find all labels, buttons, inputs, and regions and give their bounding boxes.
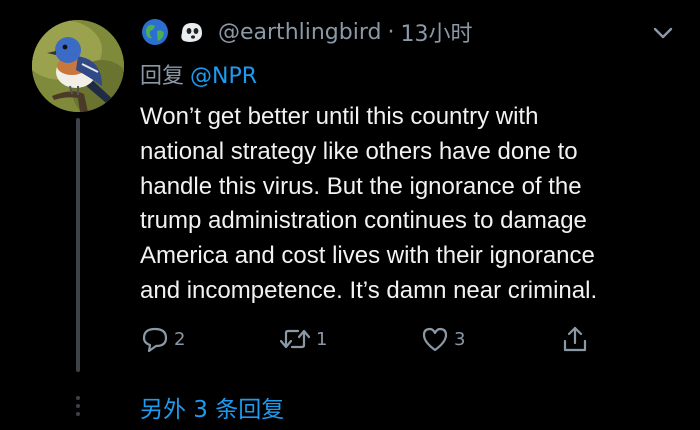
tweet-text-line: trump administration continues to damage bbox=[140, 207, 587, 235]
ghost-icon bbox=[176, 17, 206, 47]
tweet-text-line: and incompetence. It’s damn near crimina… bbox=[140, 276, 598, 304]
tweet-text-line: America and cost lives with their ignora… bbox=[140, 242, 595, 270]
thread-line bbox=[76, 118, 80, 372]
share-button[interactable] bbox=[560, 322, 590, 356]
chevron-down-icon[interactable] bbox=[650, 20, 676, 46]
tweet-text-line: national strategy like others have done … bbox=[140, 137, 578, 165]
reply-button[interactable]: 2 bbox=[140, 322, 185, 356]
timestamp[interactable]: 13小时 bbox=[400, 16, 472, 48]
thread-dots bbox=[74, 396, 82, 420]
bluebird-avatar-icon bbox=[32, 20, 124, 112]
tweet-text-line: Won’t get better until this country with bbox=[140, 103, 539, 130]
reply-icon bbox=[142, 327, 168, 353]
tweet-text: Won’t get better until this country with… bbox=[140, 100, 690, 309]
reply-mention-link[interactable]: @NPR bbox=[190, 64, 257, 89]
reply-count: 2 bbox=[174, 328, 186, 350]
like-count: 3 bbox=[454, 328, 466, 350]
like-button[interactable]: 3 bbox=[420, 322, 465, 356]
tweet[interactable]: @earthlingbird · 13小时 回复 @NPR Won’t get b… bbox=[0, 0, 700, 430]
avatar[interactable] bbox=[32, 20, 124, 112]
share-icon bbox=[563, 326, 587, 352]
tweet-text-line: handle this virus. But the ignorance of … bbox=[140, 172, 582, 200]
reply-context: 回复 @NPR bbox=[140, 58, 257, 90]
author-handle[interactable]: @earthlingbird bbox=[218, 20, 381, 45]
globe-icon bbox=[140, 17, 170, 47]
heart-icon bbox=[422, 327, 448, 352]
retweet-icon bbox=[279, 329, 311, 349]
reply-prefix: 回复 bbox=[140, 64, 185, 89]
more-replies-link[interactable]: 另外 3 条回复 bbox=[140, 390, 284, 424]
tweet-actions: 2 1 3 bbox=[140, 322, 610, 356]
retweet-button[interactable]: 1 bbox=[278, 322, 327, 356]
retweet-count: 1 bbox=[316, 328, 328, 350]
tweet-header: @earthlingbird · 13小时 bbox=[140, 14, 472, 50]
header-separator: · bbox=[387, 19, 395, 45]
